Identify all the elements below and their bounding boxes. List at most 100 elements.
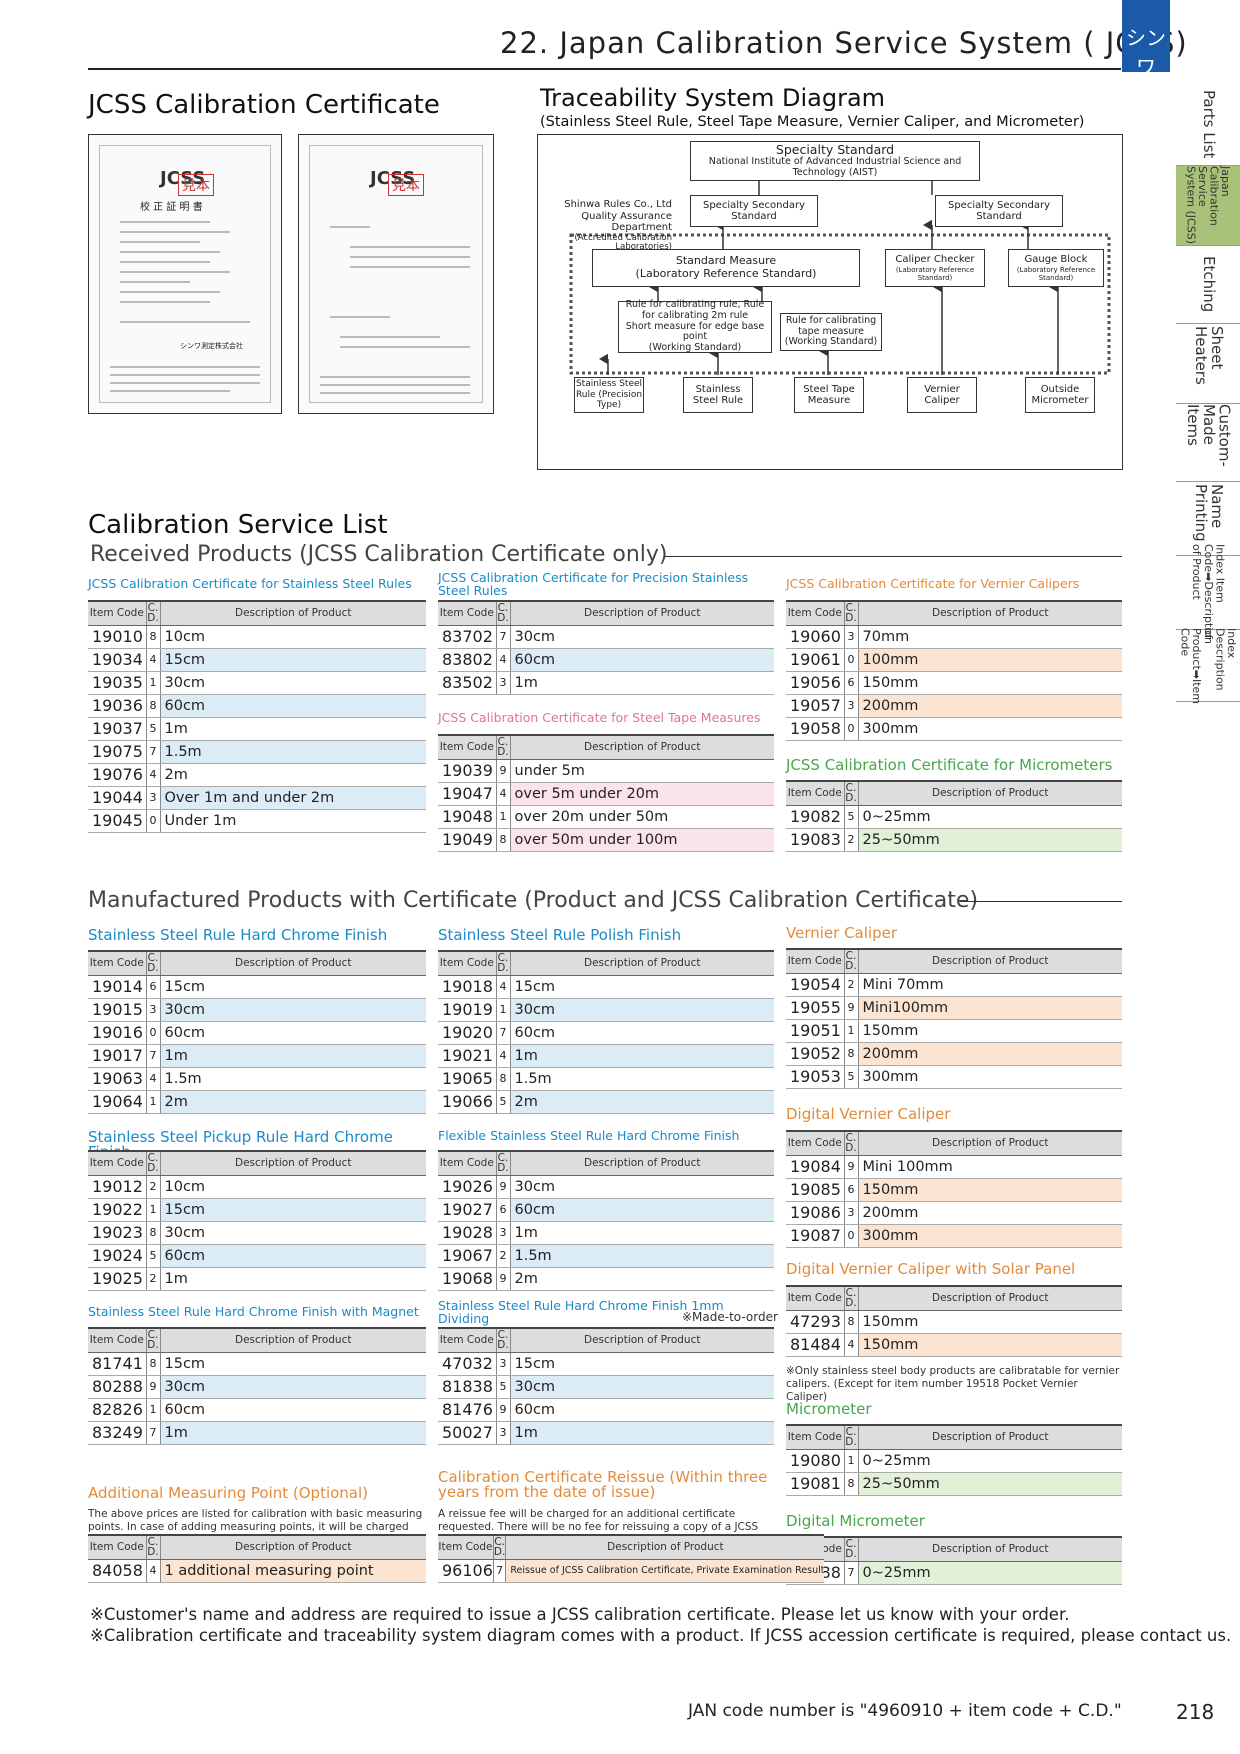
side-tab-4[interactable]: Sheet Heaters xyxy=(1176,326,1240,404)
check-digit: 7 xyxy=(843,1561,859,1585)
description: 60cm xyxy=(160,1398,426,1422)
node-micrometer: Outside Micrometer xyxy=(1025,377,1095,413)
item-code: 19021 xyxy=(438,1044,496,1068)
item-code: 81476 xyxy=(438,1398,496,1422)
check-digit: 5 xyxy=(495,1375,511,1399)
check-digit: 2 xyxy=(145,1175,161,1199)
column-header-desc: Description of Product xyxy=(160,1534,426,1560)
t_tape-title: JCSS Calibration Certificate for Steel T… xyxy=(438,710,761,725)
service-list-title: Calibration Service List xyxy=(88,510,388,540)
description: 200mm xyxy=(858,1042,1122,1066)
table-row: 19019 1 30cm xyxy=(438,998,774,1022)
solar-note: ※Only stainless steel body products are … xyxy=(786,1365,1120,1404)
side-tab-3[interactable]: Etching xyxy=(1176,246,1240,324)
item-code: 19066 xyxy=(438,1090,496,1114)
item-code: 80288 xyxy=(88,1375,146,1399)
side-tab-8[interactable]: Index Description of Product➡Item Code xyxy=(1176,628,1240,704)
table-row: 19065 8 1.5m xyxy=(438,1067,774,1091)
check-digit: 1 xyxy=(843,1449,859,1473)
table-row: 19039 9 under 5m xyxy=(438,759,774,783)
cert-title: JCSS Calibration Certificate xyxy=(88,90,440,120)
description: 15cm xyxy=(510,975,774,999)
side-tab-1[interactable]: Parts List xyxy=(1176,84,1240,166)
column-header-cd: C. D. xyxy=(495,734,511,760)
node-working-tape: Rule for calibrating tape measure (Workin… xyxy=(780,313,882,351)
item-code: 19064 xyxy=(88,1090,146,1114)
column-header-cd: C. D. xyxy=(843,600,859,626)
check-digit: 1 xyxy=(145,671,161,695)
description: over 5m under 20m xyxy=(510,782,774,806)
column-header-desc: Description of Product xyxy=(160,1327,426,1353)
table-row: 19026 9 30cm xyxy=(438,1175,774,1199)
item-code: 81484 xyxy=(786,1333,844,1357)
description: 200mm xyxy=(858,1201,1122,1225)
item-code: 50027 xyxy=(438,1421,496,1445)
table-row: 19082 5 0~25mm xyxy=(786,805,1122,829)
table-row: 19061 0 100mm xyxy=(786,648,1122,672)
t_ssr-table: Item Code C. D. Description of Product 1901… xyxy=(88,600,426,833)
item-code: 19022 xyxy=(88,1198,146,1222)
column-header-desc: Description of Product xyxy=(858,1424,1122,1450)
description: 15cm xyxy=(160,975,426,999)
description: 100mm xyxy=(858,648,1122,672)
check-digit: 9 xyxy=(495,1267,511,1291)
check-digit: 2 xyxy=(843,973,859,997)
description: 2m xyxy=(160,1090,426,1114)
check-digit: 8 xyxy=(145,694,161,718)
t_pssr-title: JCSS Calibration Certificate for Precisi… xyxy=(438,570,749,598)
check-digit: 6 xyxy=(495,1198,511,1222)
column-header-item: Item Code xyxy=(438,950,496,976)
description: 1m xyxy=(510,1044,774,1068)
check-digit: 0 xyxy=(145,1021,161,1045)
table-row: 19052 8 200mm xyxy=(786,1042,1122,1066)
item-code: 19048 xyxy=(438,805,496,829)
check-digit: 4 xyxy=(495,975,511,999)
node-precision-rule: Stainless Steel Rule (Precision Type) xyxy=(574,377,644,413)
item-code: 19019 xyxy=(438,998,496,1022)
table-row: 19076 4 2m xyxy=(88,763,426,787)
table-row: 81741 8 15cm xyxy=(88,1352,426,1376)
item-code: 19014 xyxy=(88,975,146,999)
side-tab-2[interactable]: Japan Calibration Service System (JCSS) xyxy=(1176,166,1240,246)
description: 10cm xyxy=(160,1175,426,1199)
item-code: 19082 xyxy=(786,805,844,829)
column-header-desc: Description of Product xyxy=(510,1327,774,1353)
m_add-title: Additional Measuring Point (Optional) xyxy=(88,1484,369,1502)
description: 300mm xyxy=(858,717,1122,741)
m_add-table: Item Code C. D. Description of Product 8405… xyxy=(88,1534,426,1583)
header-rule xyxy=(88,68,1121,70)
item-code: 96106 xyxy=(438,1559,494,1583)
check-digit: 3 xyxy=(495,671,511,695)
side-tab-7[interactable]: Index Item Code➡Description of Product xyxy=(1176,544,1240,644)
table-row: 19048 1 over 20m under 50m xyxy=(438,805,774,829)
description: 1.5m xyxy=(510,1244,774,1268)
table-row: 19036 8 60cm xyxy=(88,694,426,718)
m_reissue-table: Item Code C. D. Description of Product 9610… xyxy=(438,1534,825,1583)
description: 60cm xyxy=(510,1198,774,1222)
m_vc-table: Item Code C. D. Description of Product 1905… xyxy=(786,948,1122,1089)
traceability-diagram: Specialty Standard National Institute of … xyxy=(537,134,1123,470)
item-code: 19058 xyxy=(786,717,844,741)
m_dmic-table: Item CodeC. D.Description of Product1908… xyxy=(786,1536,1122,1585)
table-row: 19060 3 70mm xyxy=(786,625,1122,649)
table-row: 19086 3 200mm xyxy=(786,1201,1122,1225)
table-row: 19080 1 0~25mm xyxy=(786,1449,1122,1473)
column-header-item: Item Code xyxy=(786,780,844,806)
description: 2m xyxy=(510,1267,774,1291)
check-digit: 8 xyxy=(145,1221,161,1245)
m_solar-table: Item Code C. D. Description of Product 4729… xyxy=(786,1285,1122,1357)
column-header-item: Item Code xyxy=(88,1534,146,1560)
table-row: 19049 8 over 50m under 100m xyxy=(438,828,774,852)
cert-image-front: JCSS 見本 校 正 証 明 書 シンワ測定株式会社 xyxy=(88,134,282,414)
m_solar-title: Digital Vernier Caliper with Solar Panel xyxy=(786,1260,1076,1278)
item-code: 19012 xyxy=(88,1175,146,1199)
side-tab-5[interactable]: Custom-Made Items xyxy=(1176,404,1240,482)
m_vc-title: Vernier Caliper xyxy=(786,924,897,942)
brand-logo: シンワ xyxy=(1122,0,1170,79)
description: 30cm xyxy=(160,1221,426,1245)
description: 1.5m xyxy=(160,1067,426,1091)
column-header-cd: C. D. xyxy=(145,600,161,626)
item-code: 47293 xyxy=(786,1310,844,1334)
table-row: 19023 8 30cm xyxy=(88,1221,426,1245)
description: 1m xyxy=(510,1421,774,1445)
